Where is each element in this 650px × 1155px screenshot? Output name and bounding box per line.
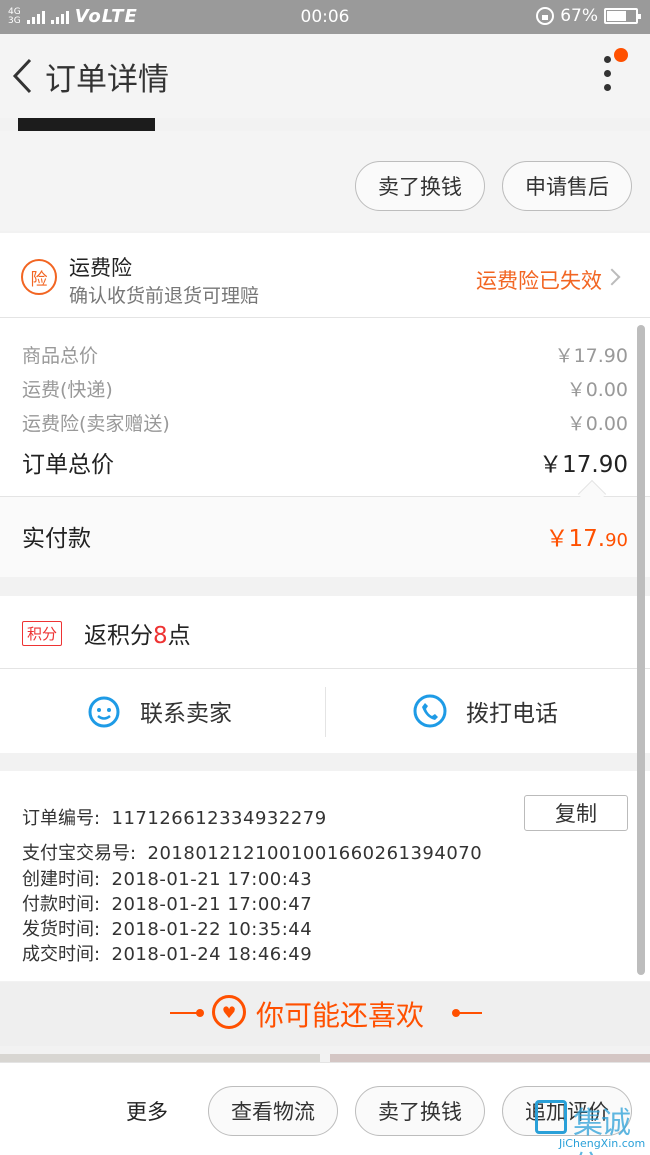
page-title: 订单详情 [45,62,169,98]
chevron-right-icon [603,268,621,286]
system-indicators: 67% [536,6,641,26]
order-total-label: 订单总价 [22,452,114,478]
heart-icon: ♥ [212,995,246,1029]
recommendation-title: 你可能还喜欢 [256,999,425,1032]
copy-order-number-button[interactable]: 复制 [524,795,628,831]
battery-fill [607,11,626,21]
insurance-badge-icon: 险 [21,259,57,295]
points-count: 8 [153,623,168,649]
order-info-label: 创建时间: [22,869,101,890]
points-tag: 积分 [22,621,63,646]
points-prefix: 返积分 [84,623,153,649]
watermark-logo-icon [535,1100,567,1134]
actual-payment-cents: 90 [605,530,628,551]
price-label: 运费(快递) [22,379,113,401]
points-row: 积分 返积分8点 [0,596,650,668]
actual-payment-value: ￥17.90 [546,519,628,553]
phone-icon [413,694,447,728]
actual-payment-row: 实付款 ￥17.90 [0,497,650,577]
decor-dot-left [196,1009,204,1017]
order-info-label: 订单编号: [22,808,101,829]
order-info-section: 订单编号: 117126612334932279 支付宝交易号: 2018012… [0,771,650,981]
actual-payment-label: 实付款 [22,526,91,552]
price-breakdown: 商品总价 ￥17.90 运费(快递) ￥0.00 运费险(卖家赠送) ￥0.00… [0,318,650,496]
sell-for-cash-bottom-button[interactable]: 卖了换钱 [355,1086,485,1136]
more-button[interactable]: 更多 [126,1096,168,1126]
more-menu-icon[interactable] [596,56,618,100]
apply-after-sale-button[interactable]: 申请售后 [502,161,632,211]
watermark: 集诚信 JiChengXin.com [535,1100,650,1155]
sell-for-cash-button[interactable]: 卖了换钱 [355,161,485,211]
price-value: ￥0.00 [566,379,628,401]
order-info-value: 2018-01-21 17:00:47 [111,894,313,915]
divider [325,687,326,737]
price-label: 商品总价 [22,345,99,367]
points-suffix: 点 [167,623,191,649]
contact-seller-label: 联系卖家 [140,701,232,727]
order-info-label: 发货时间: [22,919,101,940]
order-info-row: 支付宝交易号: 2018012121001001660261394070 [22,839,482,865]
recommendation-header: ♥ 你可能还喜欢 [0,982,650,1046]
order-info-value: 2018-01-21 17:00:43 [111,869,313,890]
order-info-row: 订单编号: 117126612334932279 [22,804,327,830]
price-row: 运费(快递) ￥0.00 [22,375,628,405]
order-info-value: 2018-01-24 18:46:49 [111,944,313,965]
actual-payment-main: ￥17. [545,526,606,552]
price-value: ￥17.90 [554,345,628,367]
order-info-value: 2018012121001001660261394070 [147,843,483,864]
shipping-insurance-row[interactable]: 险 运费险 确认收货前退货可理赔 运费险已失效 [0,233,650,317]
status-bar: 4G 3G VoLTE 00:06 67% [0,0,650,34]
order-info-value: 2018-01-22 10:35:44 [111,919,313,940]
watermark-url: JiChengXin.com [559,1137,646,1150]
insurance-description: 确认收货前退货可理赔 [69,285,260,307]
order-total-row: 订单总价 ￥17.90 [22,445,628,478]
view-logistics-button[interactable]: 查看物流 [208,1086,338,1136]
insurance-status: 运费险已失效 [476,269,602,293]
back-arrow-icon[interactable] [10,56,36,96]
app-header: 订单详情 [0,34,650,118]
product-image-strip [18,118,155,131]
order-info-row: 创建时间: 2018-01-21 17:00:43 [22,865,312,891]
call-phone-button[interactable]: 拨打电话 [412,669,558,753]
price-label: 运费险(卖家赠送) [22,413,170,435]
price-row: 商品总价 ￥17.90 [22,341,628,371]
scrollbar[interactable] [637,325,645,975]
chat-face-icon [88,696,120,728]
battery-percent: 67% [560,6,598,26]
order-action-row: 卖了换钱 申请售后 [0,131,650,231]
rotation-lock-icon [536,7,555,25]
contact-row: 联系卖家 拨打电话 [0,669,650,753]
order-info-label: 支付宝交易号: [22,843,137,864]
call-phone-label: 拨打电话 [466,701,558,727]
insurance-name: 运费险 [69,256,132,280]
points-text: 返积分8点 [84,616,191,650]
contact-seller-button[interactable]: 联系卖家 [86,669,232,753]
notification-dot [614,48,628,62]
price-row: 运费险(卖家赠送) ￥0.00 [22,409,628,439]
order-info-value: 117126612334932279 [111,808,327,829]
price-value: ￥0.00 [566,413,628,435]
decor-line-right [456,1012,482,1014]
order-info-label: 付款时间: [22,894,101,915]
battery-icon [604,8,641,24]
order-info-row: 成交时间: 2018-01-24 18:46:49 [22,940,312,966]
order-total-value: ￥17.90 [539,452,628,478]
order-info-row: 付款时间: 2018-01-21 17:00:47 [22,890,312,916]
order-info-label: 成交时间: [22,944,101,965]
order-info-row: 发货时间: 2018-01-22 10:35:44 [22,915,312,941]
